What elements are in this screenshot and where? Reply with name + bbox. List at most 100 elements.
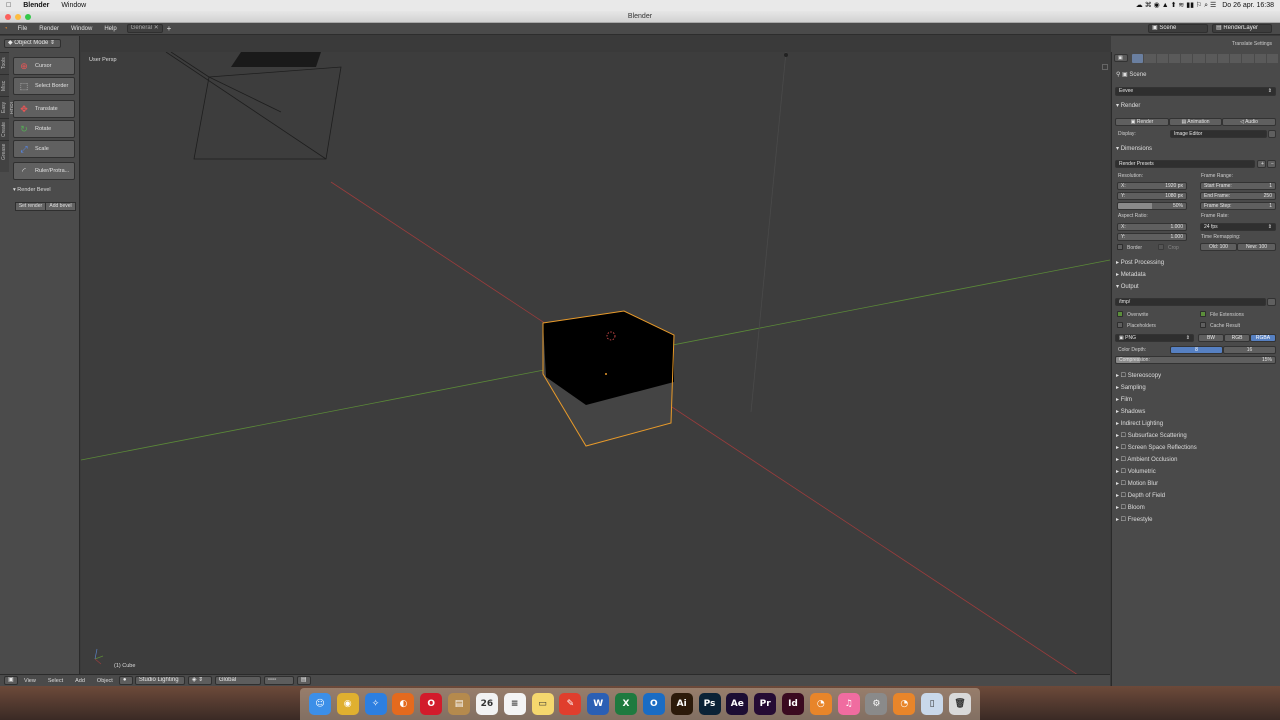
color-depth-8-button[interactable]: 8: [1170, 346, 1223, 354]
documents-icon[interactable]: ▯: [921, 693, 944, 715]
start-frame-field[interactable]: Start Frame: 1: [1200, 182, 1276, 190]
time-remap-old-field[interactable]: Old: 100: [1200, 243, 1237, 251]
menu-render[interactable]: Render: [33, 26, 65, 32]
tab-tools[interactable]: Tools: [0, 52, 9, 74]
ssr-panel-header[interactable]: ▸ ☐ Screen Space Reflections: [1116, 444, 1197, 451]
blender2-icon[interactable]: ◔: [893, 693, 916, 715]
tab-create[interactable]: Create: [0, 118, 9, 140]
illustrator-icon[interactable]: Ai: [670, 693, 693, 715]
subsurface-panel-header[interactable]: ▸ ☐ Subsurface Scattering: [1116, 432, 1187, 439]
render-engine-selector[interactable]: Eevee ⇕: [1115, 87, 1276, 96]
dimensions-panel-header[interactable]: ▾ Dimensions: [1116, 145, 1152, 152]
tab-easy-hdri[interactable]: Easy HDRI: [0, 96, 16, 118]
clock[interactable]: Do 26 apr. 16:38: [1222, 2, 1274, 9]
render-presets-selector[interactable]: Render Presets: [1115, 160, 1255, 168]
outlook-icon[interactable]: O: [642, 693, 665, 715]
rotate-tool-button[interactable]: ↻ Rotate: [13, 120, 75, 138]
crop-checkbox[interactable]: [1158, 244, 1164, 250]
stereoscopy-panel-header[interactable]: ▸ ☐ Stereoscopy: [1116, 372, 1161, 379]
object-tab-icon[interactable]: [1181, 54, 1193, 63]
aftereffects-icon[interactable]: Ae: [726, 693, 749, 715]
time-remap-new-field[interactable]: New: 100: [1237, 243, 1276, 251]
render-layers-tab-icon[interactable]: [1144, 54, 1156, 63]
viewport-scene[interactable]: [81, 52, 1110, 674]
resolution-y-field[interactable]: Y: 1080 px: [1117, 192, 1187, 200]
audio-button[interactable]: ◁ Audio: [1222, 118, 1276, 126]
viewport-shading-icon[interactable]: ●: [118, 676, 133, 685]
blender-icon[interactable]: ◔: [809, 693, 832, 715]
editor-type-icon[interactable]: ▣: [4, 676, 18, 685]
itunes-icon[interactable]: ♫: [837, 693, 860, 715]
ruler-tool-button[interactable]: ◜ Ruler/Protra...: [13, 162, 75, 180]
workspace-selector[interactable]: General ✕: [126, 24, 163, 33]
pivot-icon[interactable]: ◈ ⇕: [187, 676, 212, 685]
apple-icon[interactable]: : [0, 2, 17, 9]
renderlayer-selector[interactable]: ▤ RenderLayer: [1212, 24, 1272, 33]
indesign-icon[interactable]: Id: [781, 693, 804, 715]
contacts-icon[interactable]: ▤: [448, 693, 471, 715]
dof-panel-header[interactable]: ▸ ☐ Depth of Field: [1116, 492, 1165, 499]
freestyle-panel-header[interactable]: ▸ ☐ Freestyle: [1116, 516, 1152, 523]
layer-buttons[interactable]: ▫▫▫▫: [263, 676, 294, 685]
menu-object[interactable]: Object: [91, 678, 119, 684]
minimize-window-icon[interactable]: [15, 14, 21, 20]
frame-step-field[interactable]: Frame Step: 1: [1200, 202, 1276, 210]
cache-result-checkbox[interactable]: [1200, 322, 1206, 328]
color-bw-button[interactable]: BW: [1198, 334, 1224, 342]
shadows-panel-header[interactable]: ▸ Shadows: [1116, 408, 1145, 415]
output-path-field[interactable]: /tmp/: [1115, 298, 1266, 306]
menu-help[interactable]: Help: [98, 26, 122, 32]
metadata-panel-header[interactable]: ▸ Metadata: [1116, 271, 1146, 278]
add-bevel-button[interactable]: Add bevel: [45, 202, 76, 211]
calendar-icon[interactable]: 26: [475, 693, 498, 715]
scale-tool-button[interactable]: ⤢ Scale: [13, 140, 75, 158]
output-panel-header[interactable]: ▾ Output: [1116, 283, 1139, 290]
aspect-y-field[interactable]: Y: 1.000: [1117, 233, 1187, 241]
premiere-icon[interactable]: Pr: [754, 693, 777, 715]
blender-logo-icon[interactable]: ◔: [0, 26, 12, 32]
shading-selector[interactable]: Studio Lighting: [134, 676, 185, 685]
menu-add[interactable]: Add: [69, 678, 91, 684]
pdf-icon[interactable]: ✎: [559, 693, 582, 715]
file-format-selector[interactable]: ▣ PNG ⇕: [1115, 334, 1194, 342]
add-workspace-icon[interactable]: +: [163, 24, 176, 33]
lock-icon[interactable]: [1268, 130, 1276, 138]
color-depth-16-button[interactable]: 16: [1223, 346, 1276, 354]
resolution-x-field[interactable]: X: 1920 px: [1117, 182, 1187, 190]
scene-selector[interactable]: ▣ Scene: [1148, 24, 1208, 33]
end-frame-field[interactable]: End Frame: 250: [1200, 192, 1276, 200]
render-button[interactable]: ▣ Render: [1115, 118, 1169, 126]
word-icon[interactable]: W: [587, 693, 610, 715]
overwrite-checkbox[interactable]: [1117, 311, 1123, 317]
menu-select[interactable]: Select: [42, 678, 69, 684]
properties-toggle-icon[interactable]: [1102, 64, 1108, 70]
app-menu[interactable]: Blender: [17, 2, 55, 9]
folder-icon[interactable]: [1267, 298, 1276, 306]
menu-view[interactable]: View: [18, 678, 42, 684]
animation-button[interactable]: ▤ Animation: [1169, 118, 1222, 126]
tab-grease[interactable]: Grease: [0, 140, 9, 162]
photoshop-icon[interactable]: Ps: [698, 693, 721, 715]
cursor-tool-button[interactable]: ⊕ Cursor: [13, 57, 75, 75]
close-window-icon[interactable]: [5, 14, 11, 20]
add-preset-icon[interactable]: +: [1257, 160, 1266, 168]
constraints-tab-icon[interactable]: [1193, 54, 1205, 63]
reminders-icon[interactable]: ≡: [503, 693, 526, 715]
properties-editor-type-icon[interactable]: ▣: [1114, 54, 1128, 62]
data-tab-icon[interactable]: [1217, 54, 1229, 63]
mode-selector[interactable]: ◆ Object Mode ⇕: [4, 39, 61, 48]
render-preview-icon[interactable]: ▤: [296, 676, 311, 685]
modifiers-tab-icon[interactable]: [1205, 54, 1217, 63]
border-checkbox[interactable]: [1117, 244, 1123, 250]
safari-icon[interactable]: ✧: [364, 693, 387, 715]
frame-rate-selector[interactable]: 24 fps ⇕: [1200, 223, 1276, 231]
file-extensions-checkbox[interactable]: [1200, 311, 1206, 317]
excel-icon[interactable]: X: [615, 693, 638, 715]
placeholders-checkbox[interactable]: [1117, 322, 1123, 328]
scene-tab-icon[interactable]: [1156, 54, 1168, 63]
tab-misc[interactable]: Misc: [0, 74, 9, 96]
display-selector[interactable]: Image Editor: [1170, 130, 1267, 138]
compression-slider[interactable]: Compression: 15%: [1115, 356, 1276, 364]
material-tab-icon[interactable]: [1230, 54, 1242, 63]
status-icons[interactable]: ☁ ⌘ ◉ ▲ ⬆ ≋ ▮▮ ⚐ ⌕ ☰: [1136, 1, 1216, 10]
